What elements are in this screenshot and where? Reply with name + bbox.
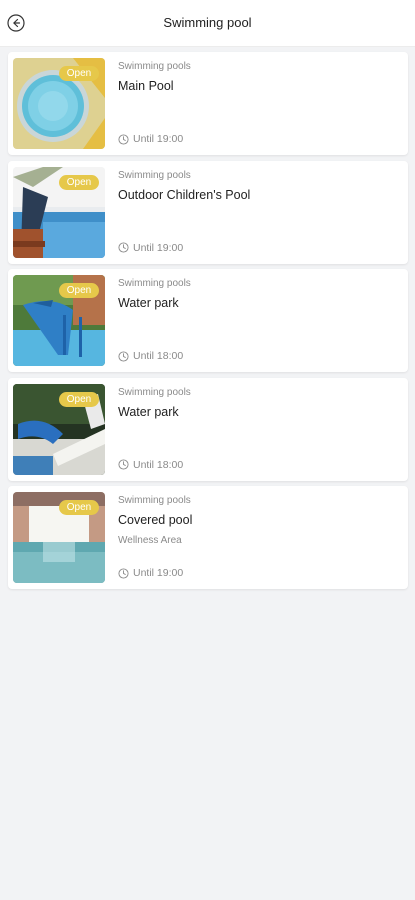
item-title: Main Pool (118, 79, 174, 93)
item-category: Swimming pools (118, 386, 191, 398)
clock-icon (118, 242, 129, 253)
pool-thumbnail: Open (13, 58, 105, 149)
hours-text: Until 18:00 (133, 458, 184, 471)
item-hours: Until 18:00 (118, 459, 183, 471)
pool-thumbnail: Open (13, 275, 105, 366)
clock-icon (118, 459, 129, 470)
list-item[interactable]: Open Swimming pools Outdoor Children's P… (8, 160, 408, 264)
pool-thumbnail: Open (13, 492, 105, 583)
page-title: Swimming pool (163, 15, 252, 30)
status-badge: Open (59, 391, 99, 407)
clock-icon (118, 350, 129, 362)
pool-list: Open Swimming pools Main Pool Until 19:0… (8, 52, 408, 595)
item-hours: Until 19:00 (118, 242, 183, 254)
status-badge: Open (59, 66, 99, 81)
item-category: Swimming pools (118, 169, 191, 181)
item-category: Swimming pools (118, 61, 191, 72)
item-title: Water park (118, 404, 179, 419)
top-app-bar: Swimming pool (0, 0, 415, 47)
hours-text: Until 19:00 (133, 133, 184, 145)
hours-text: Until 19:00 (133, 567, 184, 579)
hours-text: Until 18:00 (133, 350, 184, 362)
item-hours: Until 19:00 (118, 133, 183, 145)
pool-thumbnail: Open (13, 383, 105, 475)
item-category: Swimming pools (118, 495, 191, 506)
clock-icon (118, 133, 129, 145)
item-hours: Until 18:00 (118, 350, 183, 362)
pool-thumbnail: Open (13, 166, 105, 258)
item-title: Water park (118, 296, 179, 310)
status-badge: Open (59, 283, 99, 298)
list-item[interactable]: Open Swimming pools Water park Until 18:… (8, 377, 408, 481)
list-item[interactable]: Open Swimming pools Covered pool Wellnes… (8, 486, 408, 589)
list-item[interactable]: Open Swimming pools Main Pool Until 19:0… (8, 52, 408, 155)
item-title: Covered pool (118, 513, 193, 527)
clock-icon (118, 567, 129, 579)
item-hours: Until 19:00 (118, 567, 183, 579)
item-category: Swimming pools (118, 278, 191, 289)
list-item[interactable]: Open Swimming pools Water park Until 18:… (8, 269, 408, 372)
item-subtitle: Wellness Area (118, 535, 182, 546)
item-title: Outdoor Children's Pool (118, 187, 251, 202)
status-badge: Open (59, 174, 99, 190)
hours-text: Until 19:00 (133, 241, 184, 254)
status-badge: Open (59, 500, 99, 515)
